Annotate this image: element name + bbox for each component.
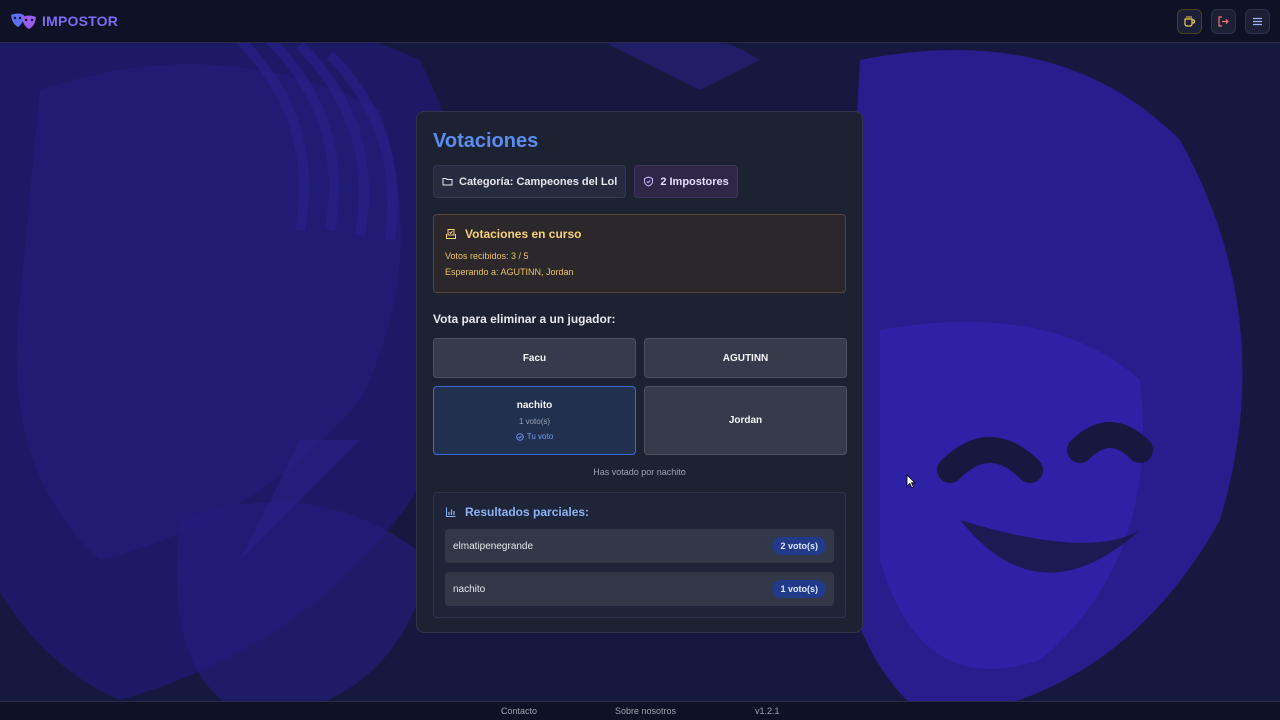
status-heading: Votaciones en curso [465,227,582,241]
shield-icon [644,176,654,187]
waiting-for: Esperando a: AGUTINN, Jordan [445,267,574,277]
your-vote-label: Tu voto [526,432,554,441]
player-name: Jordan [728,415,763,426]
result-player-name: elmatipenegrande [453,540,534,552]
page-title: Votaciones [433,130,539,152]
ballot-box-icon [446,229,456,239]
voting-card: Votaciones Categoría: Campeones del Lol … [416,111,863,633]
results-heading: Resultados parciales: [465,505,590,519]
app-version: v1.2.1 [755,706,780,716]
impostors-chip: 2 Impostores [634,165,738,198]
result-vote-badge: 2 voto(s) [772,537,826,555]
result-vote-badge: 1 voto(s) [772,580,826,598]
result-row: elmatipenegrande 2 voto(s) [445,529,834,563]
app-name: IMPOSTOR [42,13,119,29]
vote-prompt: Vota para eliminar a un jugador: [433,312,616,326]
partial-results-panel: Resultados parciales: elmatipenegrande 2… [433,492,846,618]
coffee-icon [1184,15,1196,27]
folder-icon [442,178,453,186]
result-row: nachito 1 voto(s) [445,572,834,606]
player-vote-count: 1 voto(s) [518,417,551,426]
menu-button[interactable] [1245,8,1270,34]
player-button-jordan[interactable]: Jordan [644,386,847,455]
footer-contact-link[interactable]: Contacto [501,706,537,716]
player-name: AGUTINN [722,352,769,364]
logout-icon [1218,15,1229,27]
player-name: nachito [516,400,553,411]
bar-chart-icon [446,507,456,517]
votes-received: Votos recibidos: 3 / 5 [445,251,529,261]
player-name: Facu [522,352,547,364]
category-label: Categoría: Campeones del Lol [459,175,618,188]
theatre-masks-icon [11,13,36,29]
result-player-name: nachito [453,583,486,595]
top-navbar: IMPOSTOR [0,0,1280,43]
footer-about-link[interactable]: Sobre nosotros [615,706,676,716]
player-button-agutinn[interactable]: AGUTINN [644,338,847,378]
menu-icon [1253,17,1262,25]
player-button-facu[interactable]: Facu [433,338,636,378]
player-vote-grid: Facu AGUTINN nachito 1 voto(s) Tu voto J… [433,338,847,455]
mouse-cursor-icon [906,474,916,489]
impostors-label: 2 Impostores [660,175,729,188]
voting-status-panel: Votaciones en curso Votos recibidos: 3 /… [433,214,846,293]
check-circle-icon [516,432,524,441]
your-vote-indicator: Tu voto [516,432,553,441]
player-button-nachito[interactable]: nachito 1 voto(s) Tu voto [433,386,636,455]
voted-note: Has votado por nachito [593,467,686,477]
logout-button[interactable] [1211,8,1236,34]
footer: Contacto Sobre nosotros v1.2.1 [0,701,1280,720]
app-logo[interactable]: IMPOSTOR [10,12,118,30]
coffee-button[interactable] [1177,8,1202,34]
category-chip: Categoría: Campeones del Lol [433,165,627,198]
